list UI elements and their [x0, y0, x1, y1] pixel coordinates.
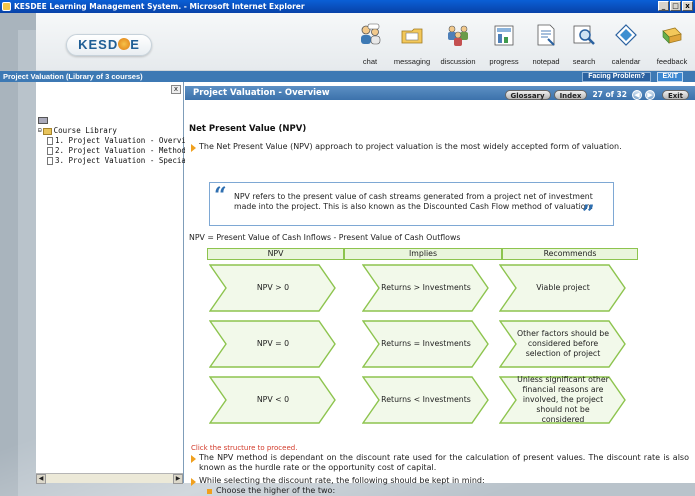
tree-item-special-cases[interactable]: 3. Project Valuation - Special Ca — [36, 156, 204, 166]
search-icon — [572, 23, 596, 47]
chevron-npv-row-2[interactable]: NPV = 0 — [209, 320, 336, 368]
progress-icon — [492, 23, 516, 47]
lesson-body: Net Present Value (NPV) The Net Present … — [189, 108, 689, 495]
sidebar-close-button[interactable]: x — [171, 85, 181, 94]
maximize-button[interactable]: □ — [670, 1, 681, 11]
proceed-hint: Click the structure to proceed. — [191, 444, 298, 452]
scroll-right-arrow-icon[interactable]: ▶ — [173, 474, 183, 484]
chevron-implies-row-2[interactable]: Returns = Investments — [362, 320, 489, 368]
tool-discussion[interactable]: discussion — [435, 17, 481, 69]
tool-messaging[interactable]: messaging — [389, 17, 435, 69]
browser-title-bar: KESDEE Learning Management System. - Mic… — [0, 0, 695, 13]
chevron-recommends-row-2[interactable]: Other factors should be considered befor… — [499, 320, 626, 368]
chat-icon — [358, 23, 382, 47]
bullet-arrow-icon — [191, 478, 196, 486]
chevron-implies-row-1[interactable]: Returns > Investments — [362, 264, 489, 312]
discussion-icon — [446, 23, 470, 47]
lesson-title-bar: Project Valuation - Overview Glossary In… — [185, 86, 695, 100]
messaging-icon — [400, 23, 424, 47]
logo-sun-icon — [118, 38, 131, 50]
tool-notepad[interactable]: notepad — [527, 17, 565, 69]
section-heading: Net Present Value (NPV) — [189, 124, 307, 134]
close-button[interactable]: x — [682, 1, 693, 11]
logo-area: KESD E — [36, 13, 206, 71]
tree-root[interactable]: ⊟ Course Library — [36, 126, 204, 136]
window-controls: _ □ x — [658, 1, 693, 11]
discount-rate-paragraph: The NPV method is dependant on the disco… — [199, 453, 689, 472]
notepad-icon — [534, 23, 558, 47]
open-quote-icon: “ — [214, 183, 227, 209]
intro-paragraph: The Net Present Value (NPV) approach to … — [199, 142, 622, 151]
computer-icon — [38, 116, 48, 124]
chevron-text: NPV < 0 — [256, 395, 290, 404]
npv-formula: NPV = Present Value of Cash Inflows - Pr… — [189, 233, 461, 242]
bullet-arrow-icon — [191, 144, 196, 152]
facing-problem-button[interactable]: Facing Problem? — [582, 72, 651, 82]
chevron-text: Unless significant other financial reaso… — [517, 375, 609, 424]
quote-text: NPV refers to the present value of cash … — [234, 192, 593, 211]
chevron-text: Other factors should be considered befor… — [516, 329, 610, 358]
document-icon — [47, 157, 53, 165]
chevron-text: NPV > 0 — [256, 283, 290, 292]
bullet-arrow-icon — [191, 455, 196, 463]
lesson-content: Project Valuation - Overview Glossary In… — [185, 82, 695, 495]
tool-calendar[interactable]: calendar — [603, 17, 649, 69]
exit-lesson-button[interactable]: Exit — [661, 90, 689, 100]
column-header-recommends: Recommends — [502, 248, 638, 260]
course-tree-panel: x ⊟ Course Library 1. Project Valuation -… — [36, 82, 204, 484]
sidebar-horizontal-scrollbar[interactable]: ◀ ▶ — [36, 473, 183, 484]
ie-icon — [2, 2, 11, 11]
course-bar: Project Valuation (Library of 3 courses)… — [0, 71, 695, 82]
feedback-icon — [660, 23, 684, 47]
app-header: KESD E chat messaging discussion progres… — [36, 13, 695, 71]
tool-feedback[interactable]: feedback — [649, 17, 695, 69]
chevron-npv-row-3[interactable]: NPV < 0 — [209, 376, 336, 424]
toolbar: chat messaging discussion progress notep… — [351, 17, 695, 69]
chevron-text: NPV = 0 — [256, 339, 290, 348]
calendar-icon — [614, 23, 638, 47]
lesson-title: Project Valuation - Overview — [193, 88, 330, 98]
course-library-title: Project Valuation (Library of 3 courses) — [3, 72, 143, 81]
next-page-button[interactable]: ▶ — [644, 90, 655, 100]
selection-paragraph: While selecting the discount rate, the f… — [199, 476, 485, 485]
glossary-button[interactable]: Glossary — [504, 90, 551, 100]
tool-search[interactable]: search — [565, 17, 603, 69]
chevron-text: Viable project — [536, 283, 590, 292]
exit-top-button[interactable]: EXIT — [657, 72, 683, 82]
scroll-left-arrow-icon[interactable]: ◀ — [36, 474, 46, 484]
chevron-text: Returns < Investments — [381, 395, 471, 404]
tree-computer — [36, 116, 204, 126]
tree-item-methods[interactable]: 2. Project Valuation - Methods — [36, 146, 204, 156]
column-header-npv: NPV — [207, 248, 344, 260]
close-quote-icon: ” — [582, 201, 595, 227]
minimize-button[interactable]: _ — [658, 1, 669, 11]
page-counter: 27 of 32 — [592, 90, 627, 99]
tool-progress[interactable]: progress — [481, 17, 527, 69]
definition-quote: “ NPV refers to the present value of cas… — [209, 182, 614, 226]
column-header-implies: Implies — [344, 248, 502, 260]
bullet-choose-higher: Choose the higher of the two: — [216, 486, 336, 495]
lesson-nav: Glossary Index 27 of 32 ◀ ▶ Exit — [504, 88, 689, 102]
tree-item-overview[interactable]: 1. Project Valuation - Overview — [36, 136, 204, 146]
bullet-square-icon — [207, 489, 212, 494]
index-button[interactable]: Index — [553, 90, 588, 100]
chevron-recommends-row-1[interactable]: Viable project — [499, 264, 626, 312]
browser-title: KESDEE Learning Management System. - Mic… — [14, 2, 305, 11]
kesdee-logo: KESD E — [66, 34, 152, 56]
chevron-text: Returns > Investments — [381, 283, 471, 292]
chevron-text: Returns = Investments — [381, 339, 471, 348]
folder-icon — [42, 127, 52, 135]
tool-chat[interactable]: chat — [351, 17, 389, 69]
chevron-implies-row-3[interactable]: Returns < Investments — [362, 376, 489, 424]
lms-window: KESD E chat messaging discussion progres… — [0, 13, 695, 495]
document-icon — [47, 147, 53, 155]
chevron-recommends-row-3[interactable]: Unless significant other financial reaso… — [499, 375, 626, 424]
document-icon — [47, 137, 53, 145]
course-tree: ⊟ Course Library 1. Project Valuation - O… — [36, 116, 204, 166]
chevron-npv-row-1[interactable]: NPV > 0 — [209, 264, 336, 312]
previous-page-button[interactable]: ◀ — [631, 90, 642, 100]
